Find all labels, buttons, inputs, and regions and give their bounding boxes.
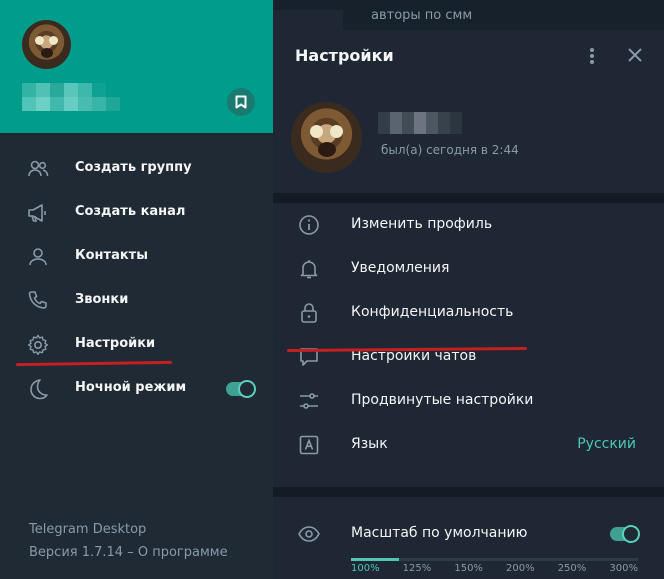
menu-item-contacts[interactable]: Контакты (0, 235, 273, 279)
settings-item-label: Изменить профиль (351, 216, 493, 232)
more-vertical-icon[interactable] (587, 46, 597, 66)
settings-item-notifications[interactable]: Уведомления (273, 247, 664, 291)
menu-item-create-channel[interactable]: Создать канал (0, 191, 273, 235)
lock-icon (301, 303, 317, 323)
avatar-eye (310, 125, 323, 138)
megaphone-icon (28, 204, 46, 222)
scale-label: Масштаб по умолчанию (351, 525, 528, 541)
settings-header: Настройки был(а) сегодня в 2:44 (273, 30, 664, 193)
bell-icon (300, 260, 318, 279)
scale-mark[interactable]: 250% (558, 563, 587, 574)
settings-item-advanced[interactable]: Продвинутые настройки (273, 379, 664, 423)
scale-mark[interactable]: 200% (506, 563, 535, 574)
settings-item-label: Уведомления (351, 260, 450, 276)
scale-mark[interactable]: 100% (351, 563, 380, 574)
avatar-mouth (41, 48, 53, 58)
menu-item-label: Звонки (75, 292, 129, 307)
background-chat-title: авторы по смм (371, 8, 473, 23)
saved-messages-button[interactable] (227, 88, 255, 116)
settings-item-label: Продвинутые настройки (351, 392, 534, 408)
default-scale-toggle[interactable] (610, 525, 640, 543)
scale-mark[interactable]: 125% (403, 563, 432, 574)
settings-item-edit-profile[interactable]: Изменить профиль (273, 203, 664, 247)
scale-marks: 100% 125% 150% 200% 250% 300% (351, 563, 638, 574)
language-value: Русский (577, 436, 636, 452)
menu-item-label: Контакты (75, 248, 148, 263)
avatar-eye (49, 36, 58, 45)
settings-item-label: Язык (351, 436, 388, 452)
censored-profile-name (378, 112, 462, 134)
phone-icon (28, 291, 47, 309)
settings-item-default-scale[interactable]: Масштаб по умолчанию (273, 512, 664, 556)
info-icon (299, 215, 319, 235)
sliders-icon (300, 393, 318, 409)
section-divider (273, 193, 664, 203)
settings-item-privacy[interactable]: Конфиденциальность (273, 291, 664, 335)
menu-item-settings[interactable]: Настройки (0, 323, 273, 367)
toggle-knob (238, 380, 256, 398)
avatar-eye (330, 125, 343, 138)
profile-avatar[interactable] (291, 102, 362, 173)
scale-mark[interactable]: 300% (609, 563, 638, 574)
group-icon (28, 160, 49, 177)
settings-item-language[interactable]: Язык Русский (273, 423, 664, 467)
avatar-mouth (318, 142, 336, 157)
avatar-eye (35, 36, 44, 45)
scale-slider-fill (351, 558, 399, 561)
menu-item-label: Создать группу (75, 160, 192, 175)
app-name: Telegram Desktop (29, 522, 147, 537)
toggle-knob (622, 525, 640, 543)
menu-item-label: Настройки (75, 336, 156, 351)
scale-section: Масштаб по умолчанию 100% 125% 150% 200%… (273, 497, 664, 579)
section-divider (273, 487, 664, 497)
gear-icon (27, 334, 49, 355)
sidebar-menu: Создать группу Создать канал Контакты Зв… (0, 0, 273, 579)
close-icon[interactable] (627, 47, 643, 63)
page-title: Настройки (295, 46, 394, 65)
bookmark-icon (235, 95, 247, 109)
profile-status: был(а) сегодня в 2:44 (381, 143, 519, 157)
sidebar-menu-list: Создать группу Создать канал Контакты Зв… (0, 147, 273, 411)
sidebar-header (0, 0, 273, 133)
menu-item-label: Ночной режим (75, 380, 187, 395)
eye-icon (298, 526, 320, 542)
contact-icon (29, 248, 47, 266)
menu-item-label: Создать канал (75, 204, 186, 219)
background-chat-box (273, 10, 343, 30)
version-link[interactable]: Версия 1.7.14 – О программе (29, 541, 228, 564)
settings-list: Изменить профиль Уведомления Конфиденциа… (273, 203, 664, 487)
settings-item-label: Конфиденциальность (351, 304, 514, 320)
settings-panel: Настройки был(а) сегодня в 2:44 Изменить… (273, 30, 664, 579)
menu-item-calls[interactable]: Звонки (0, 279, 273, 323)
menu-item-create-group[interactable]: Создать группу (0, 147, 273, 191)
sidebar-footer: Telegram Desktop Версия 1.7.14 – О прогр… (29, 518, 228, 564)
background-chat-strip: авторы по смм (273, 0, 664, 30)
scale-mark[interactable]: 150% (454, 563, 483, 574)
menu-item-night-mode[interactable]: Ночной режим (0, 367, 273, 411)
moon-icon (30, 379, 48, 400)
settings-item-chat-settings[interactable]: Настройки чатов (273, 335, 664, 379)
language-icon (299, 435, 319, 455)
night-mode-toggle[interactable] (226, 380, 256, 398)
avatar[interactable] (22, 20, 71, 69)
